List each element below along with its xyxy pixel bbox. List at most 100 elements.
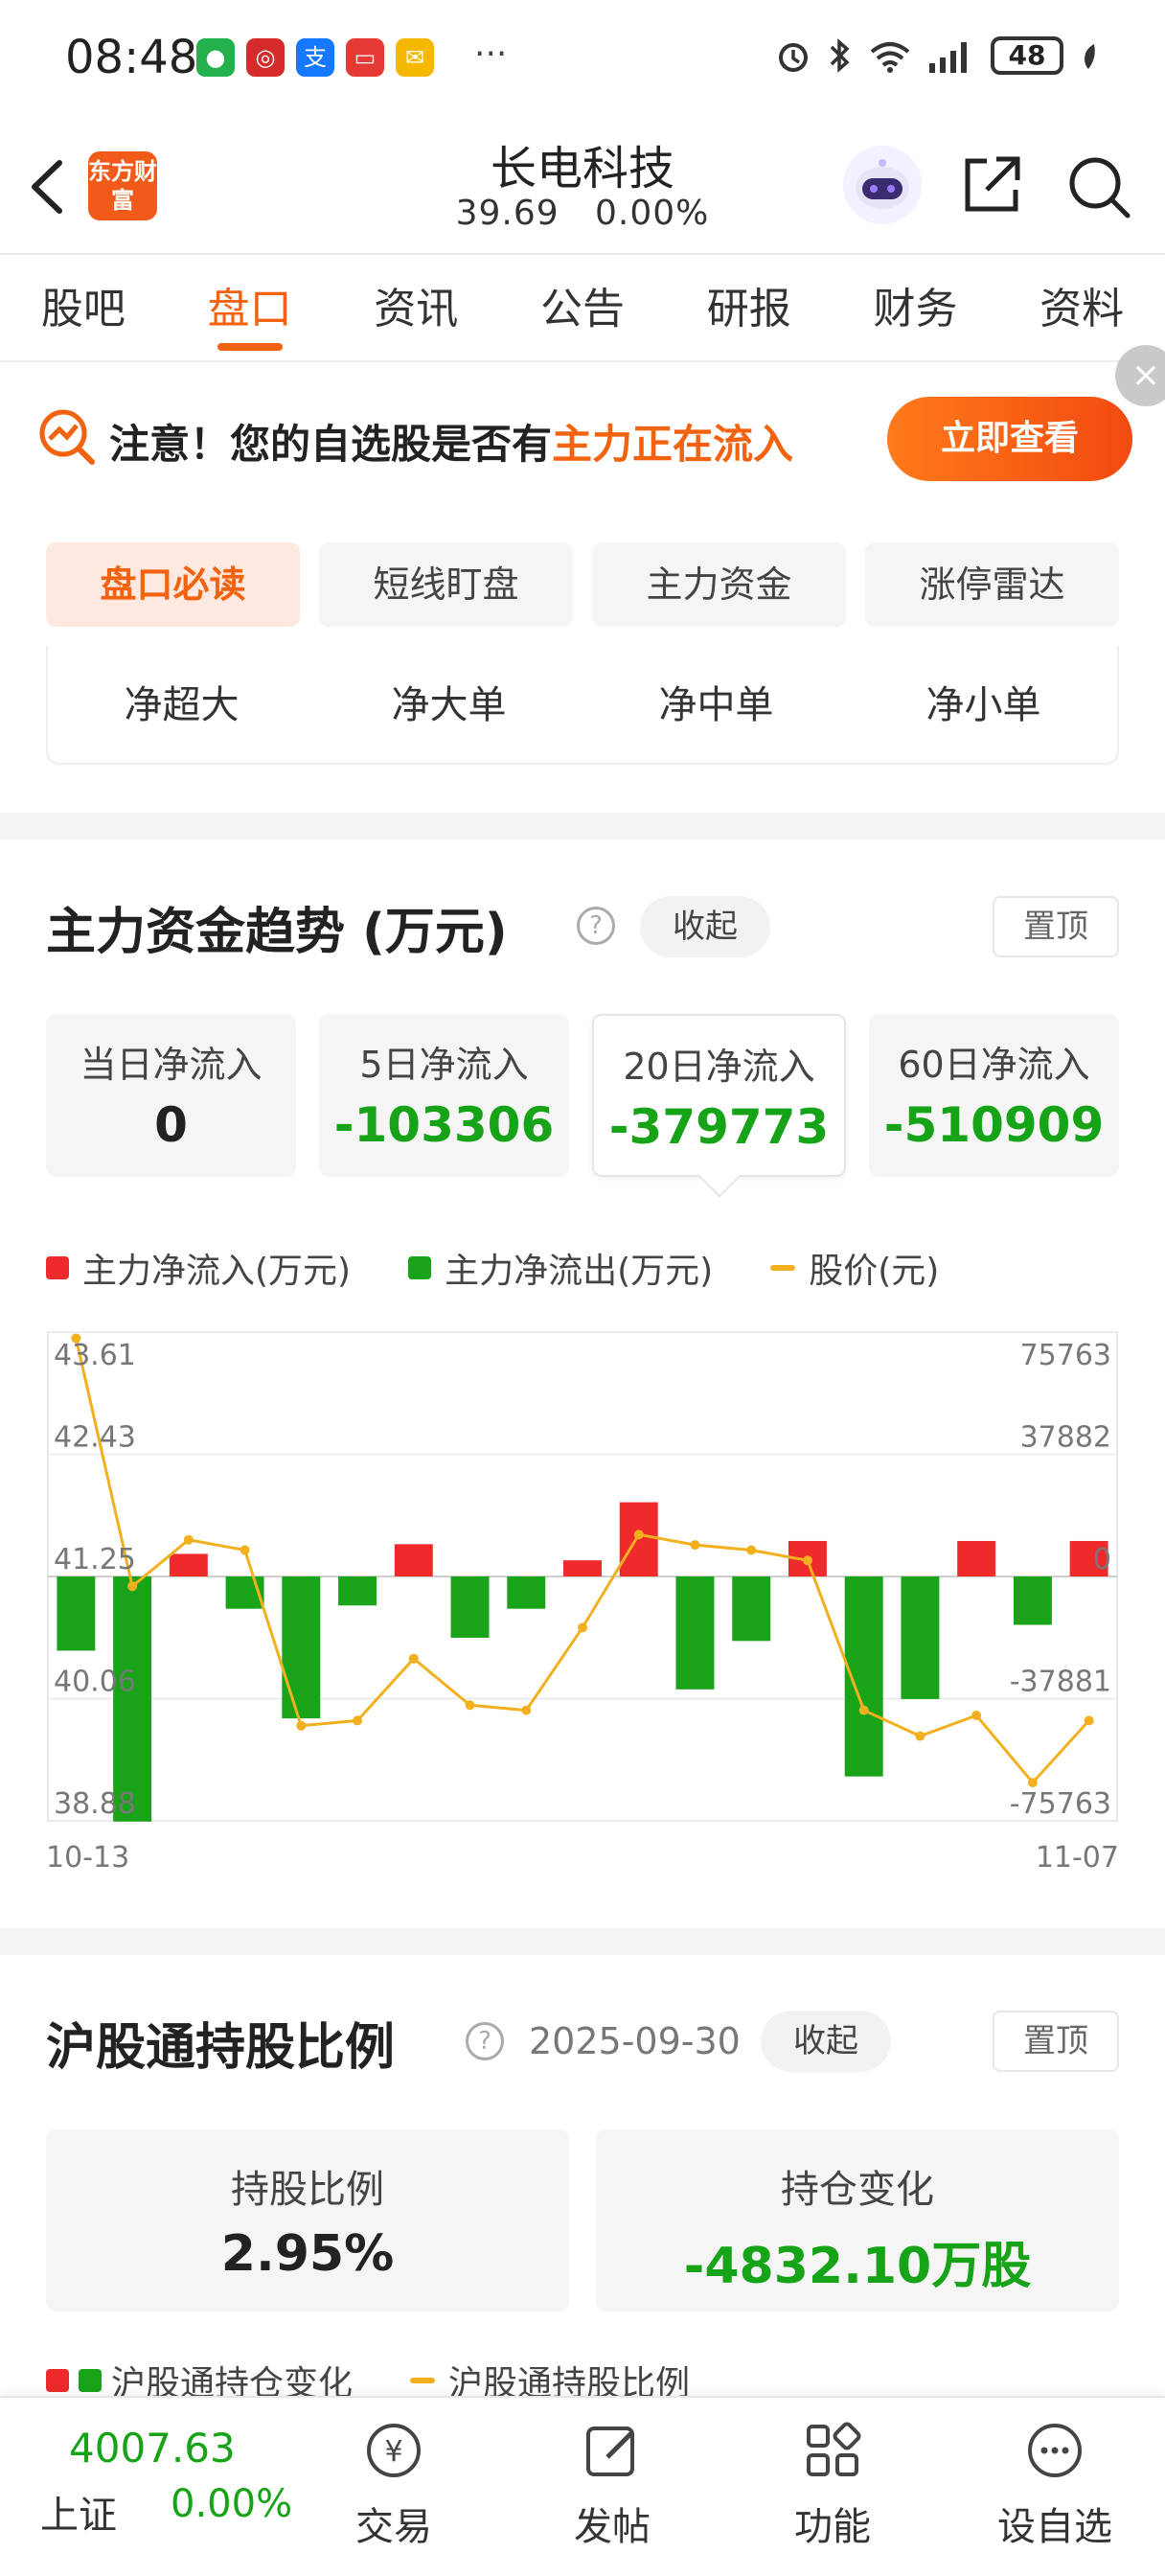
y-tick-right: -37881	[1010, 1666, 1111, 1699]
tab-guba[interactable]: 股吧	[0, 257, 167, 360]
nav-functions[interactable]: 功能	[761, 2417, 904, 2570]
flow-tab-medium[interactable]: 净中单	[582, 646, 850, 763]
help-icon[interactable]: ?	[466, 2022, 504, 2060]
divider	[0, 1928, 1165, 1955]
stat-label: 5日净流入	[359, 1044, 529, 1086]
collapse-button[interactable]: 收起	[761, 2011, 891, 2072]
tab-finance[interactable]: 财务	[833, 257, 999, 360]
price-point	[971, 1711, 982, 1721]
bank-icon: ◎	[246, 38, 285, 77]
nav-post[interactable]: 发帖	[540, 2417, 684, 2570]
help-icon[interactable]: ?	[577, 907, 615, 945]
price-point	[858, 1705, 869, 1715]
promo-highlight: 主力正在流入	[552, 421, 794, 468]
search-icon[interactable]	[1063, 151, 1134, 222]
flow-bar	[1013, 1576, 1052, 1625]
price-point	[915, 1731, 925, 1741]
stat-label: 持仓变化	[781, 2168, 934, 2212]
stock-change: 0.00%	[595, 194, 710, 233]
signal-icon	[929, 42, 967, 73]
mail-icon: ✉	[396, 38, 434, 77]
alipay-icon: 支	[296, 38, 334, 77]
subtab-limit-radar[interactable]: 涨停雷达	[865, 542, 1119, 627]
price-point	[183, 1534, 194, 1545]
tab-news[interactable]: 资讯	[332, 257, 499, 360]
fund-trend-title: 主力资金趋势 (万元)	[46, 904, 508, 961]
flow-tab-small[interactable]: 净小单	[850, 646, 1117, 763]
app-icon: ▭	[346, 38, 384, 77]
screen: 08:48 ● ◎ 支 ▭ ✉ ··· 48 东方财富 长电科技 39.69 0…	[0, 0, 1165, 2576]
collapse-button[interactable]: 收起	[640, 896, 770, 957]
net-inflow-stats: 当日净流入 0 5日净流入 -103306 20日净流入 -379773 60日…	[46, 1014, 1119, 1177]
stat-label: 当日净流入	[80, 1044, 263, 1086]
stat-today[interactable]: 当日净流入 0	[46, 1014, 296, 1177]
stat-holding-change: 持仓变化 -4832.10万股	[596, 2129, 1119, 2312]
stat-60d[interactable]: 60日净流入 -510909	[869, 1014, 1119, 1177]
share-icon[interactable]	[958, 151, 1025, 218]
notification-icons: ● ◎ 支 ▭ ✉	[196, 38, 434, 77]
close-icon[interactable]: ×	[1115, 345, 1165, 406]
pin-top-button[interactable]: 置顶	[993, 896, 1119, 957]
stock-header: 东方财富 长电科技 39.69 0.00%	[0, 115, 1165, 255]
flow-bar	[113, 1576, 152, 1822]
price-point	[746, 1545, 757, 1555]
flow-bar	[450, 1576, 490, 1638]
hk-legend: 沪股通持仓变化 沪股通持股比例	[46, 2361, 1119, 2404]
price-point	[633, 1530, 644, 1540]
tab-pankou[interactable]: 盘口	[167, 257, 333, 360]
tab-announcements[interactable]: 公告	[499, 257, 666, 360]
price-point	[465, 1700, 475, 1711]
system-icons: 48	[774, 36, 1098, 75]
leaf-icon	[1085, 44, 1095, 69]
subtab-must-read[interactable]: 盘口必读	[46, 542, 300, 627]
holding-stats: 持股比例 2.95% 持仓变化 -4832.10万股	[46, 2129, 1119, 2312]
nav-trade[interactable]: ¥ 交易	[322, 2417, 466, 2570]
price-point	[802, 1555, 812, 1566]
price-point	[1027, 1778, 1038, 1788]
status-bar: 08:48 ● ◎ 支 ▭ ✉ ··· 48	[0, 0, 1165, 115]
grid-icon	[807, 2422, 861, 2476]
stat-value: 0	[154, 1097, 188, 1153]
flow-tab-super-large[interactable]: 净超大	[48, 646, 315, 763]
subtab-short-term[interactable]: 短线盯盘	[319, 542, 573, 627]
main-tabs: 股吧 盘口 资讯 公告 研报 财务 资料	[0, 257, 1165, 362]
stat-label: 持股比例	[231, 2168, 384, 2212]
price-point	[578, 1622, 587, 1633]
flow-bar	[507, 1576, 546, 1609]
nav-label: 设自选	[997, 2505, 1112, 2549]
assistant-robot-icon[interactable]	[843, 146, 922, 224]
price-point	[240, 1545, 250, 1555]
price-point	[690, 1540, 700, 1551]
stock-price: 39.69	[455, 194, 560, 233]
flow-bar	[57, 1576, 96, 1651]
stat-20d[interactable]: 20日净流入 -379773	[592, 1014, 846, 1177]
bottom-bar: 4007.63 上证 0.00% ¥ 交易 发帖 功能 设自选	[0, 2396, 1165, 2576]
hk-connect-title: 沪股通持股比例	[46, 2019, 396, 2077]
flow-bar	[901, 1576, 940, 1699]
view-now-button[interactable]: 立即查看	[887, 397, 1132, 481]
nav-add-watchlist[interactable]: 设自选	[983, 2417, 1127, 2570]
index-name[interactable]: 上证	[40, 2484, 117, 2540]
index-value[interactable]: 4007.63	[69, 2425, 236, 2472]
tab-research[interactable]: 研报	[666, 257, 833, 360]
fund-flow-chart[interactable]: 43.61 42.43 41.25 40.06 38.88 75763 37882 0 -378…	[46, 1322, 1119, 1888]
bluetooth-icon	[830, 38, 850, 73]
y-tick-left: 41.25	[54, 1543, 136, 1576]
trade-icon: ¥	[367, 2424, 421, 2477]
sub-tabs: 盘口必读 短线盯盘 主力资金 涨停雷达	[46, 542, 1119, 627]
y-tick-left: 43.61	[54, 1339, 136, 1372]
price-point	[408, 1653, 419, 1664]
stat-value: -510909	[883, 1097, 1105, 1153]
subtab-main-funds[interactable]: 主力资金	[592, 542, 846, 627]
nav-label: 发帖	[574, 2505, 651, 2549]
price-point	[127, 1581, 138, 1592]
index-change[interactable]: 0.00%	[171, 2482, 292, 2526]
price-point	[353, 1715, 363, 1726]
stat-5d[interactable]: 5日净流入 -103306	[319, 1014, 569, 1177]
y-tick-right: 0	[1093, 1543, 1111, 1576]
pin-top-button[interactable]: 置顶	[993, 2011, 1119, 2072]
wifi-icon	[870, 42, 910, 73]
flow-tab-large[interactable]: 净大单	[315, 646, 582, 763]
price-point	[1084, 1715, 1094, 1726]
x-tick-start: 10-13	[46, 1841, 129, 1874]
